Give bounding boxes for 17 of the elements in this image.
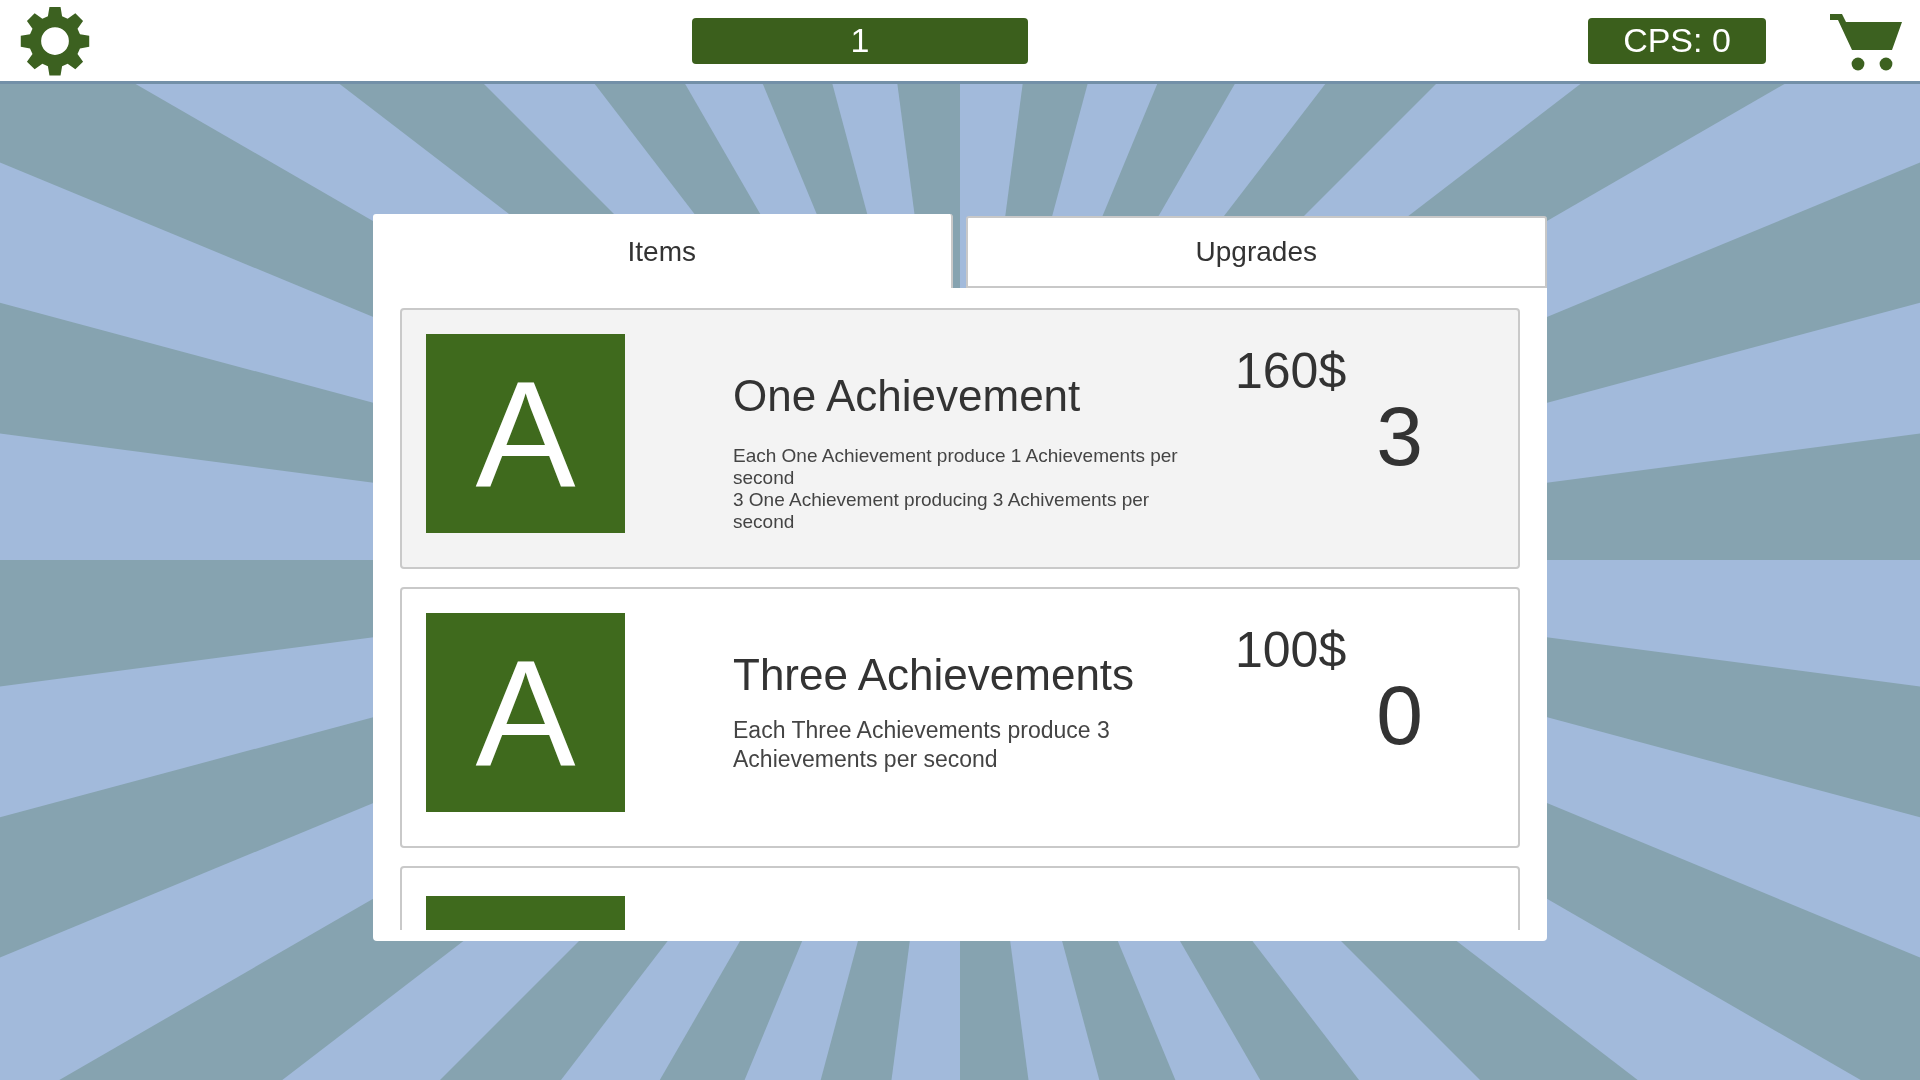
cps-counter: CPS: 0 [1588,17,1766,64]
item-title: Three Achievements [733,649,1136,701]
item-count: 0 [1376,667,1423,764]
item-icon: A [426,334,625,533]
item-description: Each Three Achievements produce 3 Achievements per second [733,716,1111,774]
score-counter: 1 [692,17,1028,64]
item-card[interactable]: A Three Achievements Each Three Achievements produce 3 Achievements per second 100$ 0 [400,587,1520,848]
item-description: Each One Achievement produce 1 Achievements per second [733,445,1179,489]
item-title: One Achievement [733,370,1082,422]
tab[interactable]: Items [373,214,953,290]
item-count: 3 [1376,388,1423,485]
item-price: 160$ [1235,342,1347,401]
tab[interactable]: Upgrades [965,216,1547,288]
item-description: 3 One Achievement producing 3 Achivements per second [733,489,1151,533]
item-price: 100$ [1235,621,1347,680]
item-icon: A [426,613,625,812]
item-card[interactable]: A One Achievement Each One Achievement produce 1 Achievements per second 3 One Achievement producing 3 Achivements per second 160$ 3 [400,308,1520,569]
